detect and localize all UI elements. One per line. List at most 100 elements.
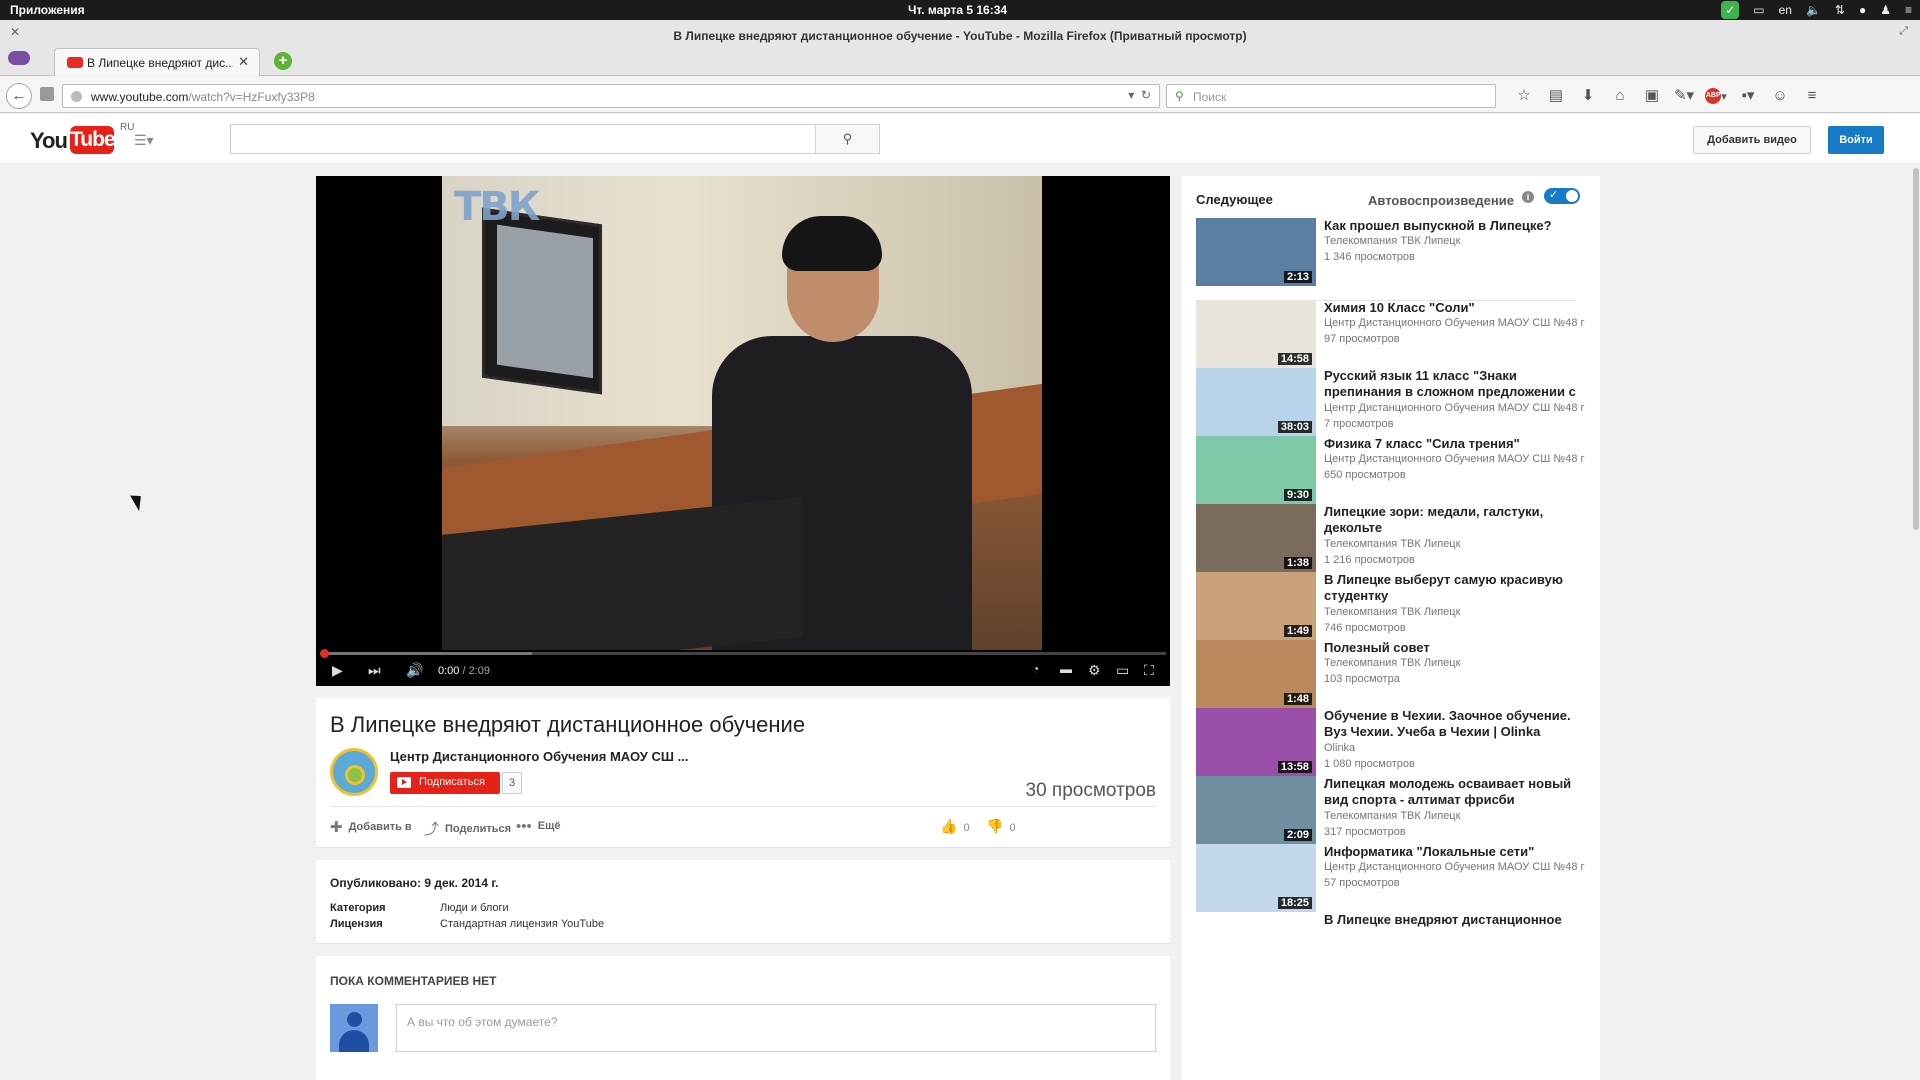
signin-button[interactable]: Войти: [1828, 126, 1884, 154]
play-icon[interactable]: ▶: [332, 662, 343, 679]
extension-icon[interactable]: ▣: [1636, 84, 1668, 108]
video-thumbnail[interactable]: 2:09: [1196, 776, 1316, 844]
related-video-item[interactable]: 18:25 Информатика "Локальные сети" Центр Д…: [1196, 844, 1586, 914]
theater-mode-icon[interactable]: ▭: [1116, 662, 1129, 679]
video-frame[interactable]: ТВК: [442, 176, 1042, 650]
guide-menu-icon[interactable]: ☰▾: [134, 132, 154, 149]
video-title-link[interactable]: Липецкая молодежь осваивает новый вид сп…: [1324, 776, 1586, 808]
video-channel: Телекомпания ТВК Липецк: [1324, 606, 1461, 618]
related-video-item[interactable]: 14:58 Химия 10 Класс "Соли" Центр Дистанци…: [1196, 300, 1586, 370]
video-title-link[interactable]: Обучение в Чехии. Заочное обучение. Вуз …: [1324, 708, 1586, 740]
subtitles-icon[interactable]: ▬: [1060, 662, 1072, 676]
channel-avatar[interactable]: [330, 748, 378, 796]
video-thumbnail[interactable]: 13:58: [1196, 708, 1316, 776]
more-button[interactable]: ••• Ещё: [516, 818, 561, 835]
browser-search-bar[interactable]: ⚲ Поиск: [1166, 84, 1496, 108]
video-title-link[interactable]: Как прошел выпускной в Липецке?: [1324, 218, 1586, 234]
download-icon[interactable]: ⬇: [1572, 84, 1604, 108]
video-thumbnail[interactable]: 1:49: [1196, 572, 1316, 640]
url-bar[interactable]: www.youtube.com/watch?v=HzFuxfy33P8 ▾ ↻: [62, 84, 1160, 108]
video-title-link[interactable]: Информатика "Локальные сети": [1324, 844, 1586, 860]
related-video-item[interactable]: 1:38 Липецкие зори: медали, галстуки, дек…: [1196, 504, 1586, 574]
progress-bar[interactable]: [320, 649, 1166, 658]
search-engine-icon[interactable]: ⚲: [1175, 89, 1184, 103]
related-video-item[interactable]: 1:49 В Липецке выберут самую красивую сту…: [1196, 572, 1586, 642]
reading-list-icon[interactable]: ▤: [1540, 84, 1572, 108]
language-indicator[interactable]: en: [1779, 3, 1792, 17]
video-thumbnail[interactable]: 9:30: [1196, 436, 1316, 504]
subscribe-button[interactable]: Подписаться: [390, 772, 500, 794]
user-icon[interactable]: ♟: [1880, 3, 1891, 17]
video-thumbnail[interactable]: 1:48: [1196, 640, 1316, 708]
video-title-link[interactable]: В Липецке внедряют дистанционное: [1324, 912, 1586, 928]
related-video-item[interactable]: 2:13 Как прошел выпускной в Липецке? Телек…: [1196, 218, 1586, 288]
related-video-item[interactable]: 13:58 Обучение в Чехии. Заочное обучение.…: [1196, 708, 1586, 778]
tab-strip: В Липецке внедряют дис... ✕ +: [0, 46, 1920, 76]
keyboard-icon[interactable]: ▭: [1753, 3, 1764, 17]
subscriber-count: 3: [502, 772, 522, 794]
youtube-search-button[interactable]: ⚲: [815, 124, 880, 154]
adblock-icon[interactable]: ABP▾: [1700, 84, 1732, 108]
bookmark-star-icon[interactable]: ☆: [1508, 84, 1540, 108]
url-text[interactable]: www.youtube.com/watch?v=HzFuxfy33P8: [91, 90, 315, 104]
video-thumbnail[interactable]: 2:13: [1196, 218, 1316, 286]
video-player[interactable]: ТВК ▶ ⏭ 🔊 0:00 / 2:09 ◔ ▬ ⚙ ▭ ⛶: [316, 176, 1170, 686]
dislike-button[interactable]: 👎 0: [986, 818, 1016, 835]
chat-icon[interactable]: ●: [1859, 3, 1866, 17]
scrollbar-thumb[interactable]: [1913, 168, 1919, 530]
window-restore-icon[interactable]: ⤢: [1899, 25, 1908, 38]
comments-section: ПОКА КОММЕНТАРИЕВ НЕТ А вы что об этом д…: [316, 956, 1170, 1080]
addon-icon[interactable]: ✎▾: [1668, 84, 1700, 108]
category-value[interactable]: Люди и блоги: [440, 902, 509, 914]
related-video-item[interactable]: В Липецке внедряют дистанционное: [1196, 912, 1586, 982]
watch-later-icon[interactable]: ◔: [1032, 662, 1039, 676]
volume-icon[interactable]: 🔈: [1806, 3, 1821, 17]
info-icon[interactable]: i: [1522, 191, 1534, 203]
reload-icon[interactable]: ▾ ↻: [1128, 88, 1151, 102]
video-title-link[interactable]: Липецкие зори: медали, галстуки, декольт…: [1324, 504, 1586, 536]
video-thumbnail[interactable]: 14:58: [1196, 300, 1316, 368]
volume-icon[interactable]: 🔊: [406, 662, 423, 679]
comment-input[interactable]: А вы что об этом думаете?: [396, 1004, 1156, 1052]
share-button[interactable]: ⤴ Поделиться: [424, 818, 511, 839]
applications-menu[interactable]: Приложения: [10, 3, 85, 17]
video-title-link[interactable]: Химия 10 Класс "Соли": [1324, 300, 1586, 316]
settings-gear-icon[interactable]: ⚙: [1088, 662, 1101, 679]
back-button[interactable]: ←: [6, 83, 32, 109]
page-scrollbar[interactable]: [1912, 164, 1920, 1080]
channel-name[interactable]: Центр Дистанционного Обучения МАОУ СШ ..…: [390, 749, 688, 764]
video-duration: 1:38: [1283, 557, 1312, 569]
youtube-search-input[interactable]: [230, 124, 816, 154]
related-video-item[interactable]: 9:30 Физика 7 класс "Сила трения" Центр Ди…: [1196, 436, 1586, 506]
related-video-item[interactable]: 1:48 Полезный совет Телекомпания ТВК Липец…: [1196, 640, 1586, 710]
video-thumbnail[interactable]: 38:03: [1196, 368, 1316, 436]
next-icon[interactable]: ⏭: [368, 662, 381, 679]
tab-close-icon[interactable]: ✕: [238, 54, 249, 70]
network-icon[interactable]: ⇅: [1835, 3, 1845, 17]
menu-icon[interactable]: ≡: [1905, 3, 1912, 17]
video-views: 1 080 просмотров: [1324, 758, 1415, 770]
tab-youtube[interactable]: В Липецке внедряют дис... ✕: [54, 48, 260, 76]
autoplay-toggle[interactable]: ✓: [1544, 188, 1580, 204]
history-icon[interactable]: [40, 87, 54, 101]
chat-icon[interactable]: ☺: [1764, 84, 1796, 108]
video-title-link[interactable]: В Липецке выберут самую красивую студент…: [1324, 572, 1586, 604]
video-title-link[interactable]: Русский язык 11 класс "Знаки препинания …: [1324, 368, 1586, 400]
add-to-button[interactable]: ✚ Добавить в: [330, 818, 412, 836]
shield-icon[interactable]: ✓: [1721, 1, 1740, 19]
like-button[interactable]: 👍 0: [940, 818, 970, 835]
video-title-link[interactable]: Полезный совет: [1324, 640, 1586, 656]
system-clock[interactable]: Чт. марта 5 16:34: [908, 3, 1007, 17]
hamburger-menu-icon[interactable]: ≡: [1796, 84, 1828, 108]
home-icon[interactable]: ⌂: [1604, 84, 1636, 108]
video-thumbnail[interactable]: 1:38: [1196, 504, 1316, 572]
fullscreen-icon[interactable]: ⛶: [1144, 662, 1154, 679]
video-title-link[interactable]: Физика 7 класс "Сила трения": [1324, 436, 1586, 452]
related-video-item[interactable]: 38:03 Русский язык 11 класс "Знаки препин…: [1196, 368, 1586, 438]
video-thumbnail[interactable]: 18:25: [1196, 844, 1316, 912]
new-tab-icon[interactable]: +: [274, 52, 292, 70]
upload-button[interactable]: Добавить видео: [1693, 126, 1811, 154]
related-video-item[interactable]: 2:09 Липецкая молодежь осваивает новый ви…: [1196, 776, 1586, 846]
addon2-icon[interactable]: ▪▾: [1732, 84, 1764, 108]
video-views: 57 просмотров: [1324, 877, 1400, 889]
